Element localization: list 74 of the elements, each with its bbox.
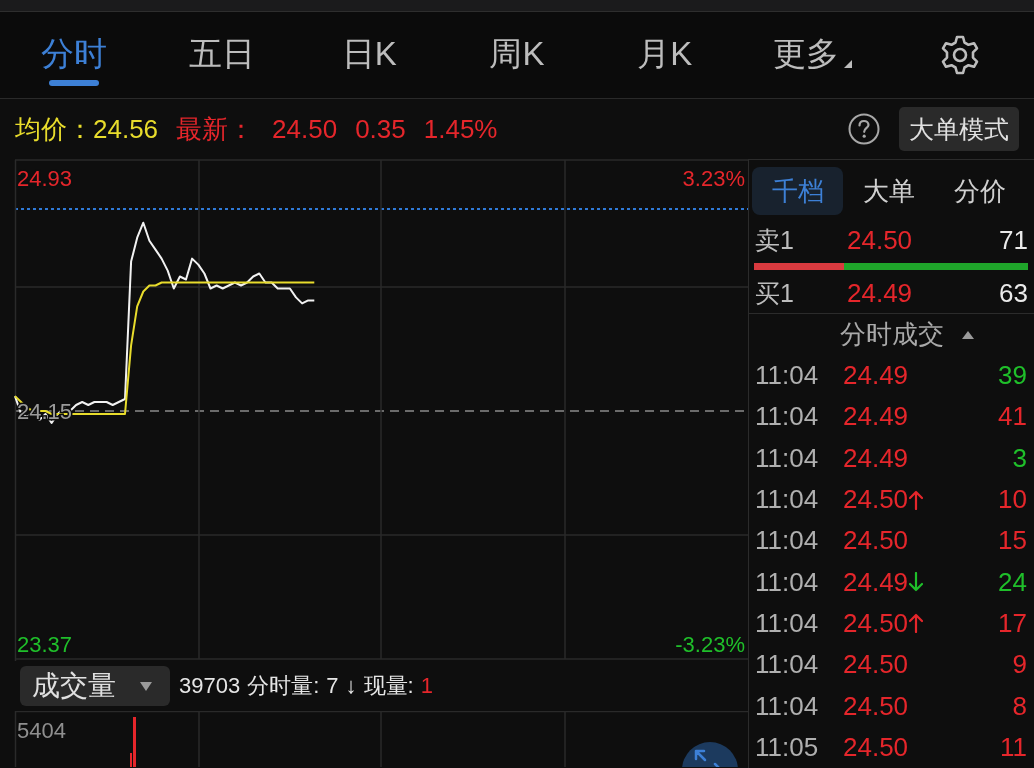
trade-time: 11:04 xyxy=(755,484,820,516)
trade-price: 24.49 xyxy=(843,401,909,433)
trade-price: 24.50 xyxy=(843,525,909,557)
panel-tab[interactable]: 分价 xyxy=(934,167,1025,215)
trade-volume: 39 xyxy=(998,360,1027,392)
trade-time: 11:04 xyxy=(755,442,820,474)
expand-icon xyxy=(682,742,738,767)
trade-price: 24.49 xyxy=(843,566,909,598)
settings-icon xyxy=(940,35,981,75)
bid-price: 24.49 xyxy=(847,277,914,309)
trade-volume: 9 xyxy=(1012,649,1027,681)
total-volume: 39703 xyxy=(179,673,241,699)
percent-axis-label: 3.23% xyxy=(682,165,745,191)
trend-arrow: ↓ xyxy=(345,673,357,699)
help-button[interactable] xyxy=(848,113,880,145)
chart-tab[interactable]: 月K xyxy=(633,22,697,88)
trade-time: 11:04 xyxy=(755,525,820,557)
trade-time: 11:04 xyxy=(755,566,820,598)
trade-volume: 8 xyxy=(1012,690,1027,722)
expand-button[interactable] xyxy=(682,742,738,767)
price-change-percent: 1.45% xyxy=(423,113,498,145)
trade-time: 11:04 xyxy=(755,649,820,681)
chart-tab[interactable]: 分时 xyxy=(36,22,111,88)
trade-price: 24.50 xyxy=(843,731,909,763)
trade-price: 24.50 xyxy=(843,690,909,722)
current-volume-label: 现量: xyxy=(363,672,414,700)
trade-price: 24.49 xyxy=(843,442,909,474)
caret-up-icon xyxy=(961,330,974,339)
trade-price: 24.50 xyxy=(843,484,909,516)
volume-bars xyxy=(130,717,136,767)
bid-level-label: 买1 xyxy=(755,277,795,309)
trade-time: 11:05 xyxy=(755,731,820,763)
chart-tab[interactable]: 周K xyxy=(485,22,549,88)
trade-volume: 10 xyxy=(998,484,1027,516)
percent-axis-label: -3.23% xyxy=(675,632,745,658)
price-change: 0.35 xyxy=(355,113,406,145)
minute-volume-label: 分时量: xyxy=(247,672,320,700)
trade-volume: 11 xyxy=(1000,731,1027,763)
volume-axis-label: 5404 xyxy=(17,718,66,743)
panel-tab[interactable]: 千档 xyxy=(752,167,843,215)
trade-price: 24.50 xyxy=(843,607,909,639)
chart-tab[interactable]: 更多 xyxy=(768,22,856,88)
trade-time: 11:04 xyxy=(755,607,820,639)
trade-volume: 17 xyxy=(998,607,1027,639)
average-price-label: 均价： xyxy=(15,112,93,146)
axis-label: 23.37 xyxy=(17,632,73,658)
indicator-dropdown[interactable]: 成交量 xyxy=(20,666,170,706)
panel-tab[interactable]: 大单 xyxy=(843,167,934,215)
ask-volume: 71 xyxy=(999,224,1028,256)
ask-price: 24.50 xyxy=(847,224,914,256)
latest-price-value: 24.50 xyxy=(272,113,338,145)
current-volume-value: 1 xyxy=(420,673,433,699)
trade-time: 11:04 xyxy=(755,690,820,722)
chart-tab[interactable]: 日K xyxy=(337,22,401,88)
chart-tab[interactable]: 五日 xyxy=(184,22,259,88)
ask-level-label: 卖1 xyxy=(755,224,795,256)
average-price-value: 24.56 xyxy=(93,113,159,145)
trade-volume: 15 xyxy=(998,525,1027,557)
caret-down-icon xyxy=(140,681,152,691)
trade-volume: 41 xyxy=(998,401,1027,433)
bid-volume: 63 xyxy=(999,277,1028,309)
trade-price: 24.49 xyxy=(843,360,909,392)
help-icon xyxy=(848,113,880,145)
mode-button[interactable]: 大单模式 xyxy=(899,107,1019,151)
trade-volume: 3 xyxy=(1012,442,1027,474)
settings-button[interactable] xyxy=(940,35,981,75)
trade-time: 11:04 xyxy=(755,360,820,392)
trade-time: 11:04 xyxy=(755,401,820,433)
axis-label: 24.93 xyxy=(17,165,73,191)
trade-volume: 24 xyxy=(998,566,1027,598)
latest-price-label: 最新： xyxy=(176,112,255,146)
trade-price: 24.50 xyxy=(843,649,909,681)
minute-volume-value: 7 xyxy=(326,673,339,699)
trades-header[interactable]: 分时成交 xyxy=(809,317,974,352)
